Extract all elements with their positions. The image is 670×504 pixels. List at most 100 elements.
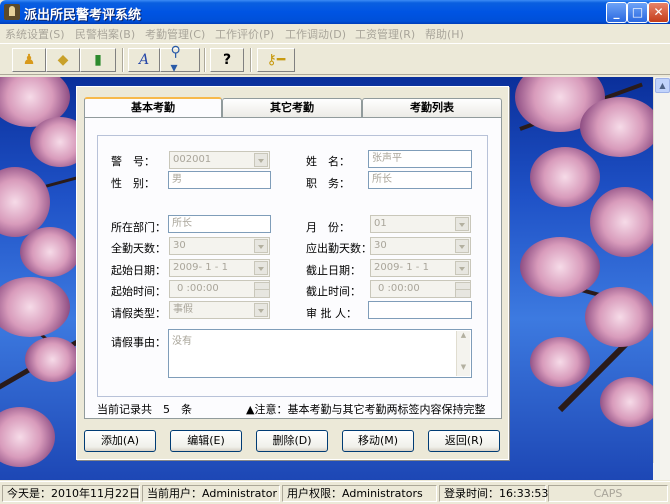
tab-attendance-list[interactable]: 考勤列表	[362, 98, 502, 117]
approver-field[interactable]	[368, 301, 472, 319]
title-bar: 派出所民警考评系统 _ □ ✕	[0, 0, 670, 24]
menu-officer-records[interactable]: 民警档案(B)	[75, 26, 135, 42]
status-bar: 今天是：2010年11月22日 当前用户：Administrator 用户权限：…	[0, 481, 670, 504]
chevron-down-icon	[254, 261, 268, 275]
end-time-value: 0 :00:00	[378, 283, 420, 294]
exit-door-icon: ▮	[94, 52, 102, 68]
menu-help[interactable]: 帮助(H)	[425, 26, 464, 42]
menu-attendance[interactable]: 考勤管理(C)	[145, 26, 205, 42]
app-icon	[4, 4, 20, 20]
maximize-button[interactable]: □	[627, 2, 648, 23]
eraser-icon: ◆	[57, 52, 69, 68]
menu-system-settings[interactable]: 系统设置(S)	[5, 26, 65, 42]
toolbar-separator	[250, 48, 252, 72]
alarm-icon: ♟	[22, 52, 36, 68]
month-select[interactable]: 01	[370, 215, 471, 233]
toolbar-separator	[122, 48, 124, 72]
scroll-up-icon: ▲	[460, 331, 467, 339]
chevron-down-icon	[455, 261, 469, 275]
toolbar: ♟ ◆ ▮ A ⚲ ▾ ? ⚷━	[0, 43, 670, 76]
end-date-value: 2009- 1 - 1	[374, 262, 429, 273]
search-icon: ⚲ ▾	[170, 44, 181, 76]
status-role: 用户权限：Administrators	[282, 485, 437, 502]
badge-no-select[interactable]: 002001	[169, 151, 270, 169]
status-login-time: 登录时间：16:33:53	[439, 485, 548, 502]
alarm-button[interactable]: ♟	[12, 48, 46, 72]
start-time-spinner[interactable]: 0 :00:00	[169, 280, 270, 298]
full-days-select[interactable]: 30	[169, 237, 270, 255]
chevron-down-icon	[455, 239, 469, 253]
leave-type-value: 事假	[173, 304, 193, 315]
search-button[interactable]: ⚲ ▾	[160, 44, 200, 76]
month-label: 月 份：	[306, 221, 350, 234]
edit-button[interactable]: 编辑(E)	[170, 430, 242, 452]
notice-text: ▲注意：基本考勤与其它考勤两标签内容保持完整	[246, 403, 486, 416]
start-time-label: 起始时间：	[111, 285, 166, 298]
department-field[interactable]: 所长	[168, 215, 271, 233]
menu-work-evaluation[interactable]: 工作评价(P)	[215, 26, 274, 42]
status-today: 今天是：2010年11月22日	[2, 485, 140, 502]
due-days-value: 30	[374, 240, 387, 251]
add-button[interactable]: 添加(A)	[84, 430, 156, 452]
font-button[interactable]: A	[128, 48, 160, 72]
gender-field[interactable]: 男	[168, 171, 271, 189]
leave-reason-textarea[interactable]: 没有 ▲ ▼	[168, 329, 472, 378]
menu-transfer[interactable]: 工作调动(D)	[285, 26, 346, 42]
delete-button[interactable]: 删除(D)	[256, 430, 328, 452]
full-days-value: 30	[173, 240, 186, 251]
due-days-select[interactable]: 30	[370, 237, 471, 255]
window-title: 派出所民警考评系统	[24, 8, 142, 23]
leave-reason-value: 没有	[172, 336, 192, 347]
text-a-icon: A	[138, 52, 150, 68]
leave-reason-label: 请假事由：	[111, 336, 166, 349]
help-button[interactable]: ?	[210, 48, 244, 72]
end-date-picker[interactable]: 2009- 1 - 1	[370, 259, 471, 277]
position-label: 职 务：	[306, 177, 350, 190]
start-date-label: 起始日期：	[111, 264, 166, 277]
key-icon: ⚷━	[266, 52, 286, 68]
full-days-label: 全勤天数：	[111, 242, 166, 255]
info-bar: 当前记录共 5 条 ▲注意：基本考勤与其它考勤两标签内容保持完整	[97, 401, 488, 416]
department-label: 所在部门：	[111, 221, 166, 234]
close-button[interactable]: ✕	[648, 2, 669, 23]
scroll-corner	[653, 463, 670, 480]
menu-bar: 系统设置(S) 民警档案(B) 考勤管理(C) 工作评价(P) 工作调动(D) …	[0, 24, 670, 42]
key-button[interactable]: ⚷━	[257, 48, 295, 72]
help-icon: ?	[222, 52, 232, 68]
end-time-spinner[interactable]: 0 :00:00	[370, 280, 471, 298]
record-count: 当前记录共 5 条	[97, 403, 192, 416]
scroll-up-button[interactable]: ▲	[655, 78, 670, 93]
end-time-label: 截止时间：	[306, 285, 361, 298]
textarea-scrollbar[interactable]: ▲ ▼	[456, 331, 470, 376]
chevron-down-icon	[254, 239, 268, 253]
menu-salary[interactable]: 工资管理(R)	[355, 26, 415, 42]
start-date-value: 2009- 1 - 1	[173, 262, 228, 273]
status-caps: CAPS	[548, 485, 668, 502]
minimize-button[interactable]: _	[606, 2, 627, 23]
chevron-down-icon	[455, 217, 469, 231]
eraser-button[interactable]: ◆	[46, 48, 80, 72]
move-button[interactable]: 移动(M)	[342, 430, 414, 452]
toolbar-separator	[204, 48, 206, 72]
spinner-arrows-icon	[455, 282, 470, 297]
exit-button[interactable]: ▮	[80, 48, 116, 72]
approver-label: 审 批 人：	[306, 307, 357, 320]
scroll-down-icon: ▼	[460, 363, 467, 371]
status-user: 当前用户：Administrator	[142, 485, 280, 502]
month-value: 01	[374, 218, 387, 229]
start-date-picker[interactable]: 2009- 1 - 1	[169, 259, 270, 277]
chevron-down-icon	[254, 303, 268, 317]
vertical-scrollbar[interactable]: ▲ ▼	[653, 77, 670, 480]
due-days-label: 应出勤天数：	[306, 242, 372, 255]
name-field[interactable]: 张声平	[368, 150, 472, 168]
spinner-arrows-icon	[254, 282, 269, 297]
chevron-down-icon	[254, 153, 268, 167]
return-button[interactable]: 返回(R)	[428, 430, 500, 452]
start-time-value: 0 :00:00	[177, 283, 219, 294]
tab-basic-attendance[interactable]: 基本考勤	[84, 97, 222, 118]
leave-type-select[interactable]: 事假	[169, 301, 270, 319]
position-field[interactable]: 所长	[368, 171, 472, 189]
name-label: 姓 名：	[306, 155, 350, 168]
tab-other-attendance[interactable]: 其它考勤	[222, 98, 362, 117]
gender-label: 性 别：	[111, 177, 155, 190]
